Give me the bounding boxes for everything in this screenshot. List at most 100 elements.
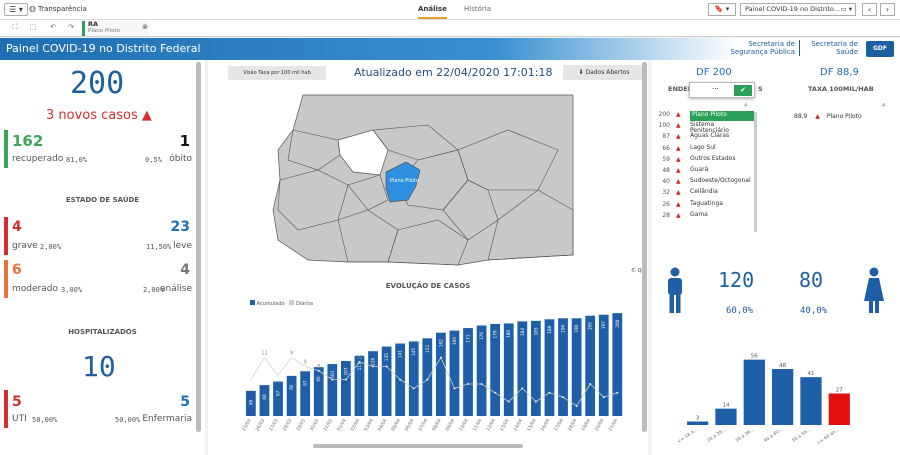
evolution-bar[interactable] bbox=[300, 371, 311, 416]
age-bar[interactable] bbox=[828, 393, 850, 426]
daily-point[interactable] bbox=[304, 365, 307, 368]
org-saude: Secretaria de Saúde bbox=[806, 40, 858, 56]
evolution-tick-label: 14/04 bbox=[512, 418, 524, 432]
selection-chip-ra[interactable]: RA Plano Piloto ⊗ bbox=[82, 21, 150, 36]
daily-point[interactable] bbox=[385, 365, 388, 368]
clear-selection-icon[interactable]: ⊗ bbox=[142, 23, 148, 31]
daily-point[interactable] bbox=[412, 387, 415, 390]
evolution-bar-label: 95 bbox=[316, 376, 321, 382]
rate-search-icon[interactable]: ⌕ bbox=[882, 101, 886, 110]
rate-row[interactable]: 88,9 ▲ Plano Piloto bbox=[794, 113, 862, 120]
daily-point[interactable] bbox=[507, 400, 510, 403]
daily-point[interactable] bbox=[602, 396, 605, 399]
evolution-bar-label: 190 bbox=[574, 324, 579, 332]
daily-point[interactable] bbox=[575, 405, 578, 407]
daily-point[interactable] bbox=[439, 356, 442, 359]
daily-point[interactable] bbox=[344, 378, 347, 381]
evolution-bar-label: 179 bbox=[493, 330, 498, 338]
age-bar-label: 14 bbox=[722, 403, 729, 409]
rate-view-toggle-button[interactable]: Visão Taxa por 100 mil hab bbox=[228, 66, 326, 80]
up-triangle-icon: ▲ bbox=[676, 189, 681, 197]
uti-label: UTI bbox=[12, 414, 27, 424]
more-options-icon[interactable]: ··· bbox=[712, 85, 719, 93]
open-data-button[interactable]: ⬇ Dados Abertos bbox=[563, 65, 645, 80]
ra-list-item[interactable]: 87 ▲ Águas Claras bbox=[652, 133, 754, 144]
sheet-title: Painel COVID-19 no Distrito... bbox=[745, 5, 840, 13]
selection-toolbar: ··· ✔ bbox=[689, 82, 755, 98]
tab-analise[interactable]: Análise bbox=[418, 5, 447, 19]
next-sheet-button[interactable]: › bbox=[880, 3, 895, 16]
evolution-bar[interactable] bbox=[286, 375, 297, 416]
age-bar[interactable] bbox=[687, 421, 709, 426]
ra-list-item[interactable]: 26 ▲ Taguatinga bbox=[652, 200, 754, 212]
recovered-kpi: 162 recuperado 81,0% bbox=[4, 130, 99, 168]
prev-sheet-button[interactable]: ‹ bbox=[862, 3, 877, 16]
evolution-chart[interactable]: 496067788795101 107117126135 141 145 151162 1… bbox=[238, 308, 633, 448]
up-triangle-icon: ▲ bbox=[676, 200, 681, 208]
leve-pct: 11,50% bbox=[146, 243, 172, 251]
age-bar[interactable] bbox=[743, 359, 765, 425]
daily-point[interactable] bbox=[534, 400, 537, 403]
female-pct: 40,0% bbox=[800, 306, 828, 316]
age-bar[interactable] bbox=[715, 408, 737, 425]
chart-scrollbar[interactable] bbox=[313, 444, 523, 448]
sheet-selector[interactable]: Painel COVID-19 no Distrito... ▭ ▾ bbox=[740, 3, 856, 16]
main-menu-button[interactable]: ☰ ▾ bbox=[4, 3, 28, 16]
selections-tool-icon[interactable]: ⬚ bbox=[26, 23, 40, 34]
age-bar[interactable] bbox=[800, 377, 822, 425]
ra-list-scrollbar[interactable] bbox=[754, 112, 757, 232]
daily-point[interactable] bbox=[562, 396, 565, 399]
hospitalized-section-title: HOSPITALIZADOS bbox=[68, 328, 137, 336]
daily-point[interactable] bbox=[616, 391, 619, 394]
center-panel: Visão Taxa por 100 mil hab Atualizado em… bbox=[208, 60, 648, 455]
df-region-map[interactable]: Plano Piloto bbox=[268, 90, 608, 270]
female-count: 80 bbox=[799, 268, 824, 292]
daily-point[interactable] bbox=[358, 361, 361, 363]
daily-point[interactable] bbox=[453, 387, 456, 390]
daily-point[interactable] bbox=[290, 356, 293, 359]
ra-list-item[interactable]: 28 ▲ Gama bbox=[652, 211, 754, 223]
moderado-kpi: 6 moderado 3,00% bbox=[4, 260, 99, 298]
ra-list-item[interactable]: 32 ▲ Ceilândia bbox=[652, 189, 754, 200]
bookmark-button[interactable]: 🔖 ▾ bbox=[708, 3, 736, 16]
moderado-value: 6 bbox=[12, 262, 22, 278]
evolution-bar[interactable] bbox=[313, 367, 324, 416]
step-forward-icon[interactable]: ↷ bbox=[64, 23, 78, 34]
daily-point[interactable] bbox=[331, 378, 334, 381]
daily-point[interactable] bbox=[426, 378, 429, 381]
daily-point[interactable] bbox=[399, 378, 402, 381]
tab-historia[interactable]: História bbox=[464, 5, 491, 13]
daily-point[interactable] bbox=[277, 374, 280, 377]
daily-point[interactable] bbox=[521, 387, 524, 390]
daily-point[interactable] bbox=[317, 369, 320, 372]
selections-bar: ⛶ ⬚ ↶ ↷ RA Plano Piloto ⊗ bbox=[0, 20, 900, 37]
health-section-title: ESTADO DE SAÚDE bbox=[65, 196, 140, 204]
step-back-icon[interactable]: ↶ bbox=[46, 23, 60, 34]
daily-point[interactable] bbox=[372, 365, 375, 368]
top-toolbar: ☰ ▾ ◍ Transparência Análise História 🔖 ▾… bbox=[0, 0, 900, 20]
confirm-selection-button[interactable]: ✔ bbox=[734, 85, 752, 96]
list-search-icon[interactable]: ⌕ bbox=[744, 101, 748, 110]
age-tick-label: <= 18 a... bbox=[677, 427, 699, 445]
legend-diarios: Diários bbox=[295, 301, 314, 307]
daily-point[interactable] bbox=[548, 391, 551, 394]
left-scrollbar[interactable] bbox=[196, 62, 201, 432]
daily-point[interactable] bbox=[494, 391, 497, 394]
daily-point[interactable] bbox=[467, 383, 470, 385]
age-bar-label: 56 bbox=[751, 354, 758, 360]
age-bar[interactable] bbox=[772, 369, 794, 425]
evolution-bar[interactable] bbox=[273, 381, 283, 416]
center-scrollbar[interactable] bbox=[642, 62, 647, 432]
daily-point[interactable] bbox=[589, 383, 592, 385]
org-saude-line2: Saúde bbox=[836, 48, 858, 56]
daily-point[interactable] bbox=[249, 378, 252, 381]
ra-list-item[interactable]: 66 ▲ Lago Sul bbox=[652, 144, 754, 156]
age-chart[interactable]: 3 <= 18 a... 14 20 a 29... 56 30 a 39... 48 40 … bbox=[677, 345, 867, 451]
leve-label: leve bbox=[173, 241, 192, 251]
evolution-bar-label: 185 bbox=[533, 327, 538, 335]
male-icon bbox=[668, 267, 682, 313]
daily-point[interactable] bbox=[480, 383, 483, 385]
smart-search-icon[interactable]: ⛶ bbox=[8, 23, 22, 34]
daily-point[interactable] bbox=[263, 356, 266, 359]
evolution-tick-label: 01/04 bbox=[336, 418, 348, 432]
